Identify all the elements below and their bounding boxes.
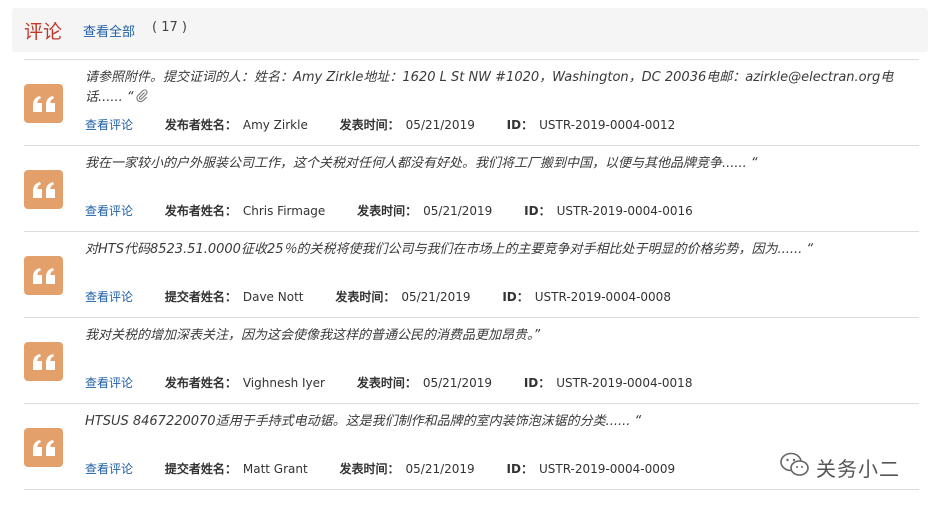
quote-icon bbox=[24, 170, 63, 209]
id-label: ID： bbox=[524, 204, 551, 218]
poster-name: Vighnesh Iyer bbox=[242, 376, 325, 390]
comment-item: 我对关税的增加深表关注，因为这会使像我这样的普通公民的消费品更加昂贵。” 查看评… bbox=[24, 318, 919, 404]
view-comment-link[interactable]: 查看评论 bbox=[85, 202, 133, 219]
id-label: ID： bbox=[506, 462, 533, 476]
poster-name: Matt Grant bbox=[242, 462, 308, 476]
posted-time-label: 发表时间： bbox=[339, 462, 400, 476]
comment-item: 我在一家较小的户外服装公司工作，这个关税对任何人都没有好处。我们将工厂搬到中国，… bbox=[24, 146, 919, 232]
poster-label: 发布者姓名： bbox=[164, 204, 237, 218]
comment-text: 我在一家较小的户外服装公司工作，这个关税对任何人都没有好处。我们将工厂搬到中国，… bbox=[85, 156, 758, 171]
comment-text: 对HTS代码8523.51.0000征收25％的关税将使我们公司与我们在市场上的… bbox=[85, 242, 814, 257]
comment-meta: 查看评论 提交者姓名： Dave Nott 发表时间： 05/21/2019 ID：… bbox=[85, 288, 699, 305]
view-comment-link[interactable]: 查看评论 bbox=[85, 116, 133, 133]
quote-icon bbox=[24, 428, 63, 467]
comment-id: USTR-2019-0004-0018 bbox=[556, 376, 693, 390]
view-all-link[interactable]: 查看全部 bbox=[83, 21, 135, 40]
comment-text: 请参照附件。提交证词的人：姓名：Amy Zirkle地址：1620 L St N… bbox=[85, 68, 910, 110]
quote-icon bbox=[24, 84, 63, 123]
poster-label: 发布者姓名： bbox=[164, 376, 237, 390]
comment-count: ( 17 ) bbox=[152, 20, 187, 35]
id-label: ID： bbox=[523, 376, 551, 390]
poster-name: Chris Firmage bbox=[242, 204, 326, 218]
poster-label: 提交者姓名： bbox=[164, 462, 237, 476]
comment-text: 我对关税的增加深表关注，因为这会使像我这样的普通公民的消费品更加昂贵。” bbox=[85, 328, 541, 343]
comment-id: USTR-2019-0004-0012 bbox=[539, 118, 676, 132]
section-title: 评论 bbox=[24, 21, 63, 43]
id-label: ID： bbox=[506, 118, 534, 132]
poster-label: 提交者姓名： bbox=[164, 290, 237, 304]
posted-date: 05/21/2019 bbox=[423, 204, 493, 218]
view-comment-link[interactable]: 查看评论 bbox=[85, 374, 133, 391]
posted-date: 05/21/2019 bbox=[405, 118, 475, 132]
quote-icon bbox=[24, 256, 63, 295]
comment-meta: 查看评论 提交者姓名： Matt Grant 发表时间： 05/21/2019 ID… bbox=[85, 460, 703, 477]
watermark-text: 关务小二 bbox=[816, 456, 900, 481]
posted-time-label: 发表时间： bbox=[356, 376, 417, 390]
view-comment-link[interactable]: 查看评论 bbox=[85, 288, 133, 305]
comment-id: USTR-2019-0004-0009 bbox=[538, 462, 676, 476]
posted-time-label: 发表时间： bbox=[339, 118, 400, 132]
posted-date: 05/21/2019 bbox=[422, 376, 492, 390]
comment-id: USTR-2019-0004-0016 bbox=[556, 204, 693, 218]
paperclip-icon[interactable] bbox=[136, 89, 148, 110]
comment-item: 对HTS代码8523.51.0000征收25％的关税将使我们公司与我们在市场上的… bbox=[24, 232, 919, 318]
posted-time-label: 发表时间： bbox=[357, 204, 418, 218]
wechat-icon bbox=[780, 452, 810, 482]
poster-name: Dave Nott bbox=[242, 290, 304, 304]
comment-list: 请参照附件。提交证词的人：姓名：Amy Zirkle地址：1620 L St N… bbox=[24, 59, 919, 490]
comment-meta: 查看评论 发布者姓名： Amy Zirkle 发表时间： 05/21/2019 ID… bbox=[85, 116, 703, 133]
posted-date: 05/21/2019 bbox=[401, 290, 471, 304]
quote-icon bbox=[24, 342, 63, 381]
poster-name: Amy Zirkle bbox=[242, 118, 308, 132]
comment-meta: 查看评论 发布者姓名： Vighnesh Iyer 发表时间： 05/21/2019… bbox=[85, 374, 720, 391]
comment-text: HTSUS 8467220070适用于手持式电动锯。这是我们制作和品牌的室内装饰… bbox=[85, 414, 642, 429]
id-label: ID： bbox=[502, 290, 529, 304]
poster-label: 发布者姓名： bbox=[164, 118, 237, 132]
posted-time-label: 发表时间： bbox=[335, 290, 396, 304]
comment-meta: 查看评论 发布者姓名： Chris Firmage 发表时间： 05/21/2019… bbox=[85, 202, 721, 219]
posted-date: 05/21/2019 bbox=[405, 462, 475, 476]
comment-item: 请参照附件。提交证词的人：姓名：Amy Zirkle地址：1620 L St N… bbox=[24, 60, 919, 146]
watermark: 关务小二 bbox=[780, 452, 900, 482]
comment-id: USTR-2019-0004-0008 bbox=[534, 290, 671, 304]
view-comment-link[interactable]: 查看评论 bbox=[85, 460, 133, 477]
comments-header: 评论 查看全部 ( 17 ) bbox=[12, 8, 928, 52]
